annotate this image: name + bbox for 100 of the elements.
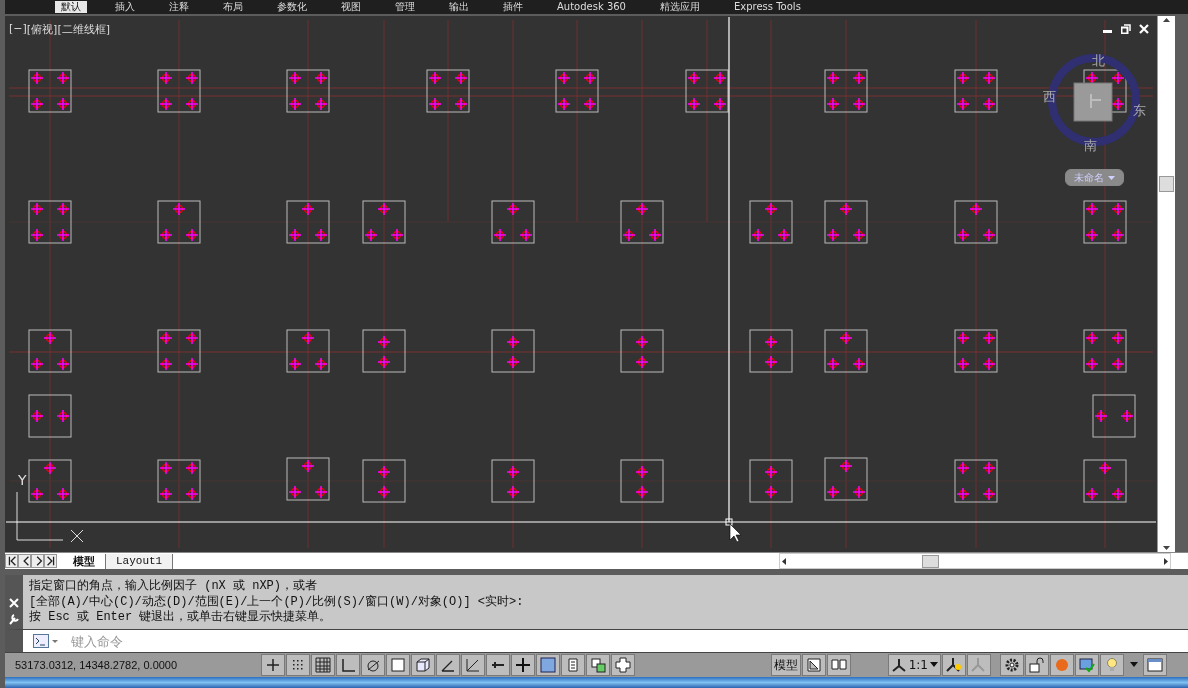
axes-icon [464, 656, 482, 674]
ribbon-tab[interactable]: 布局 [217, 1, 249, 13]
pile-cap [286, 200, 330, 244]
caret-icon [1108, 175, 1115, 181]
unlocked-padlock-icon [1028, 656, 1046, 674]
pile-cap [157, 200, 201, 244]
cube-button[interactable] [411, 654, 435, 676]
snap-button[interactable] [261, 654, 285, 676]
pile-cap [824, 329, 868, 373]
viewports-button[interactable] [826, 654, 851, 676]
ribbon-tab[interactable]: 精选应用 [654, 1, 706, 13]
light-bulb-button[interactable] [1100, 654, 1124, 676]
command-line-bar[interactable]: 键入命令 [5, 629, 1188, 652]
scroll-thumb[interactable] [922, 555, 939, 568]
window-button[interactable] [1143, 654, 1167, 676]
tab-nav-button[interactable] [5, 554, 18, 568]
gear-button[interactable] [1000, 654, 1024, 676]
ribbon-tab[interactable]: 参数化 [271, 1, 313, 13]
annotation-scale-button[interactable]: 1:1 [887, 654, 941, 676]
dot-grid-button[interactable] [286, 654, 310, 676]
plus-button[interactable] [511, 654, 535, 676]
pile-cap [157, 329, 201, 373]
pile-cap [157, 459, 201, 503]
cross-icon [614, 656, 632, 674]
pile-cap [824, 457, 868, 501]
scroll-left-icon[interactable] [780, 556, 788, 566]
wrench-icon[interactable] [8, 612, 20, 625]
command-history-line: [全部(A)/中心(C)/动态(D)/范围(E)/上一个(P)/比例(S)/窗口(W)/对象(O)] <实时>: [29, 594, 524, 610]
pile-cap [28, 394, 72, 438]
pile-cap [749, 329, 793, 373]
pile-cap [491, 459, 535, 503]
pile-cap [1092, 394, 1136, 438]
pile-cap [954, 329, 998, 373]
compass-label: 南 [1084, 137, 1097, 155]
ribbon-tab[interactable]: 输出 [443, 1, 475, 13]
restore-icon[interactable] [1121, 24, 1131, 34]
grid-icon [314, 656, 332, 674]
command-input-field[interactable]: 键入命令 [69, 632, 673, 650]
axes-button[interactable] [461, 654, 485, 676]
ortho-button[interactable] [336, 654, 360, 676]
layout-tab[interactable]: Layout1 [106, 553, 174, 569]
toolbar-check-icon [1078, 656, 1096, 674]
caret-icon[interactable] [1129, 661, 1139, 669]
pile-cap [286, 457, 330, 501]
layout-button[interactable] [801, 654, 826, 676]
toolbar-check-button[interactable] [1075, 654, 1099, 676]
compass-label: 北 [1092, 52, 1105, 70]
scroll-up-icon[interactable] [1162, 16, 1171, 24]
vertical-scrollbar[interactable] [1157, 16, 1175, 552]
document-button[interactable] [561, 654, 585, 676]
polar-button[interactable] [361, 654, 385, 676]
window-icon [1146, 656, 1164, 674]
pile-cap [286, 329, 330, 373]
angle-button[interactable] [436, 654, 460, 676]
cross-button[interactable] [611, 654, 635, 676]
viewport-control[interactable]: [俯视] [26, 22, 58, 37]
compass-label: 东 [1133, 102, 1146, 120]
tab-nav-button[interactable] [31, 554, 44, 568]
line-weight-button[interactable] [486, 654, 510, 676]
ribbon-tab[interactable]: Autodesk 360 [551, 1, 632, 13]
drawing-viewport[interactable]: [−][俯视][二维线框] 北 东 南 西 未命名 Y [5, 16, 1157, 552]
pile-cap [749, 200, 793, 244]
pile-cap [620, 459, 664, 503]
ribbon-tab[interactable]: 注释 [163, 1, 195, 13]
grid-button[interactable] [311, 654, 335, 676]
pile-cap [362, 200, 406, 244]
scroll-thumb[interactable] [1159, 176, 1174, 192]
ribbon-tab[interactable]: 视图 [335, 1, 367, 13]
annotation-visibility-button[interactable] [942, 654, 966, 676]
close-icon[interactable] [9, 598, 19, 608]
snap-icon [264, 656, 282, 674]
disc-icon [1053, 656, 1071, 674]
left-arrow-icon [6, 555, 17, 567]
command-history-line: 指定窗口的角点，输入比例因子 (nX 或 nXP)，或者 [29, 579, 318, 595]
model-button[interactable]: 模型 [770, 654, 801, 676]
ribbon-tab[interactable]: 插件 [497, 1, 529, 13]
caret-icon [930, 662, 938, 668]
command-prompt-icon[interactable] [33, 634, 59, 648]
scroll-right-icon[interactable] [1162, 556, 1170, 566]
unlocked-padlock-button[interactable] [1025, 654, 1049, 676]
pile-cap [555, 69, 599, 113]
pile-cap [824, 200, 868, 244]
ribbon-tab[interactable]: Express Tools [728, 1, 807, 13]
ribbon-tab[interactable]: 插入 [109, 1, 141, 13]
tab-nav-button[interactable] [18, 554, 31, 568]
pile-cap [28, 69, 72, 113]
hatch-icon [539, 656, 557, 674]
tab-nav-button[interactable] [44, 554, 57, 568]
close-icon[interactable] [1139, 24, 1149, 34]
ribbon-tab[interactable]: 默认 [55, 1, 87, 13]
pile-cap [1083, 329, 1127, 373]
layers-button[interactable] [586, 654, 610, 676]
viewport-control[interactable]: [−] [9, 22, 27, 37]
pile-cap [157, 69, 201, 113]
ribbon-tab[interactable]: 管理 [389, 1, 421, 13]
square-button[interactable] [386, 654, 410, 676]
pile-cap [491, 200, 535, 244]
plus-icon [514, 656, 532, 674]
annotation-visibility-icon [945, 656, 963, 674]
viewport-control[interactable]: [二维线框] [57, 22, 110, 37]
